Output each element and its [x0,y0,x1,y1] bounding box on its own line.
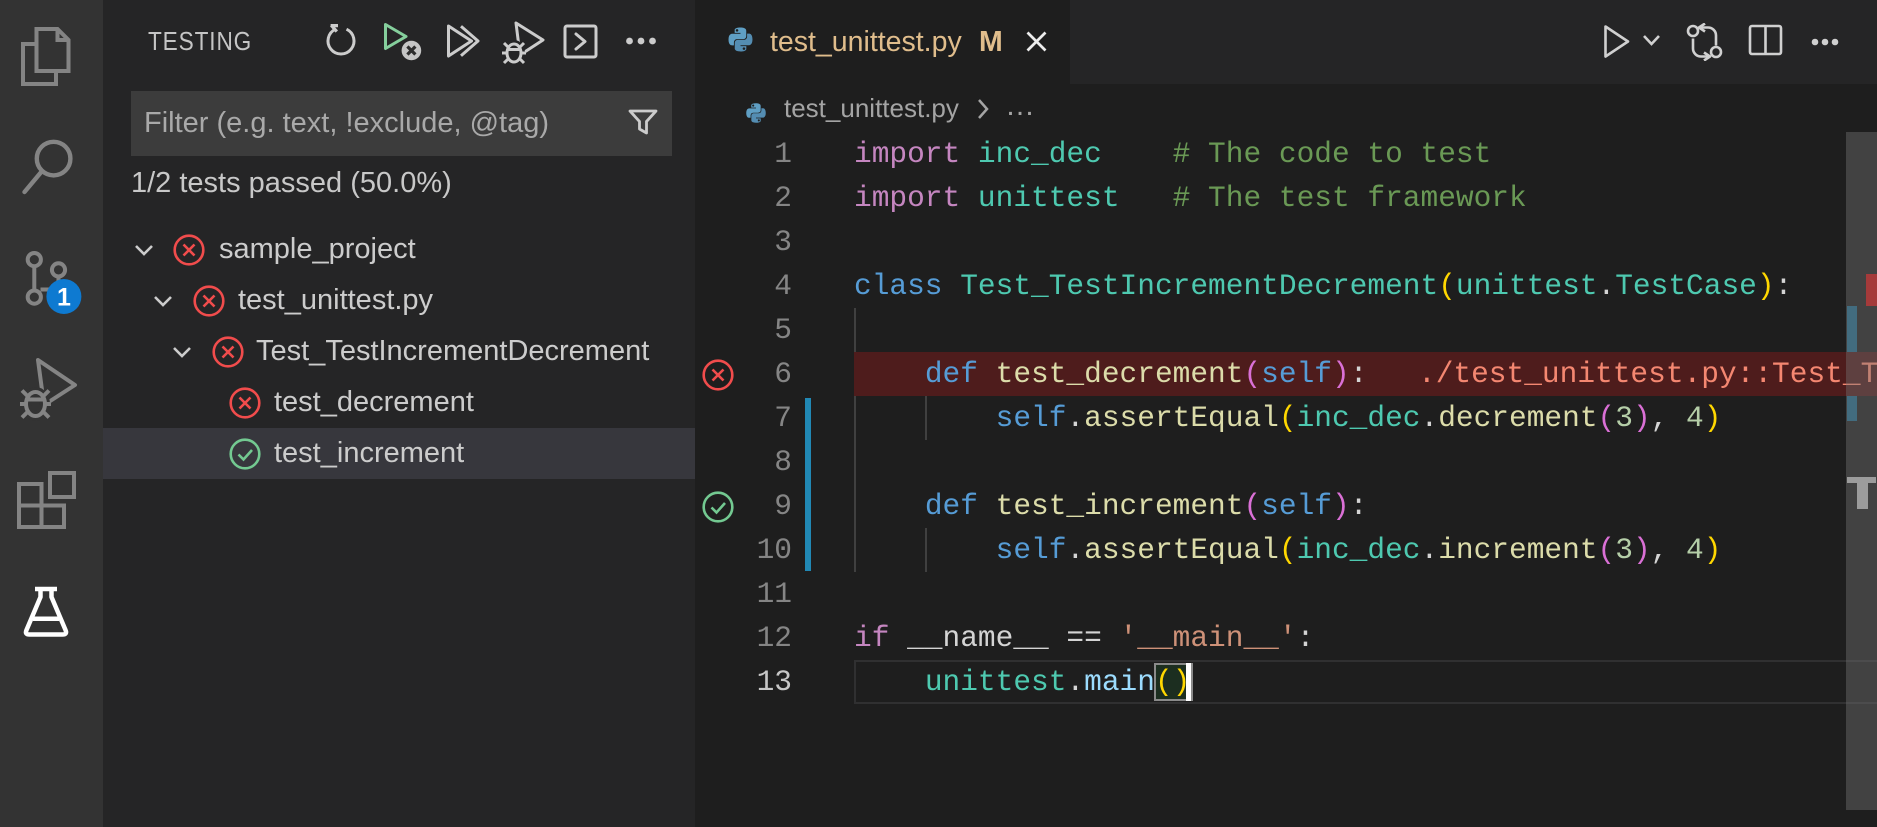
svg-text:1: 1 [57,284,71,312]
